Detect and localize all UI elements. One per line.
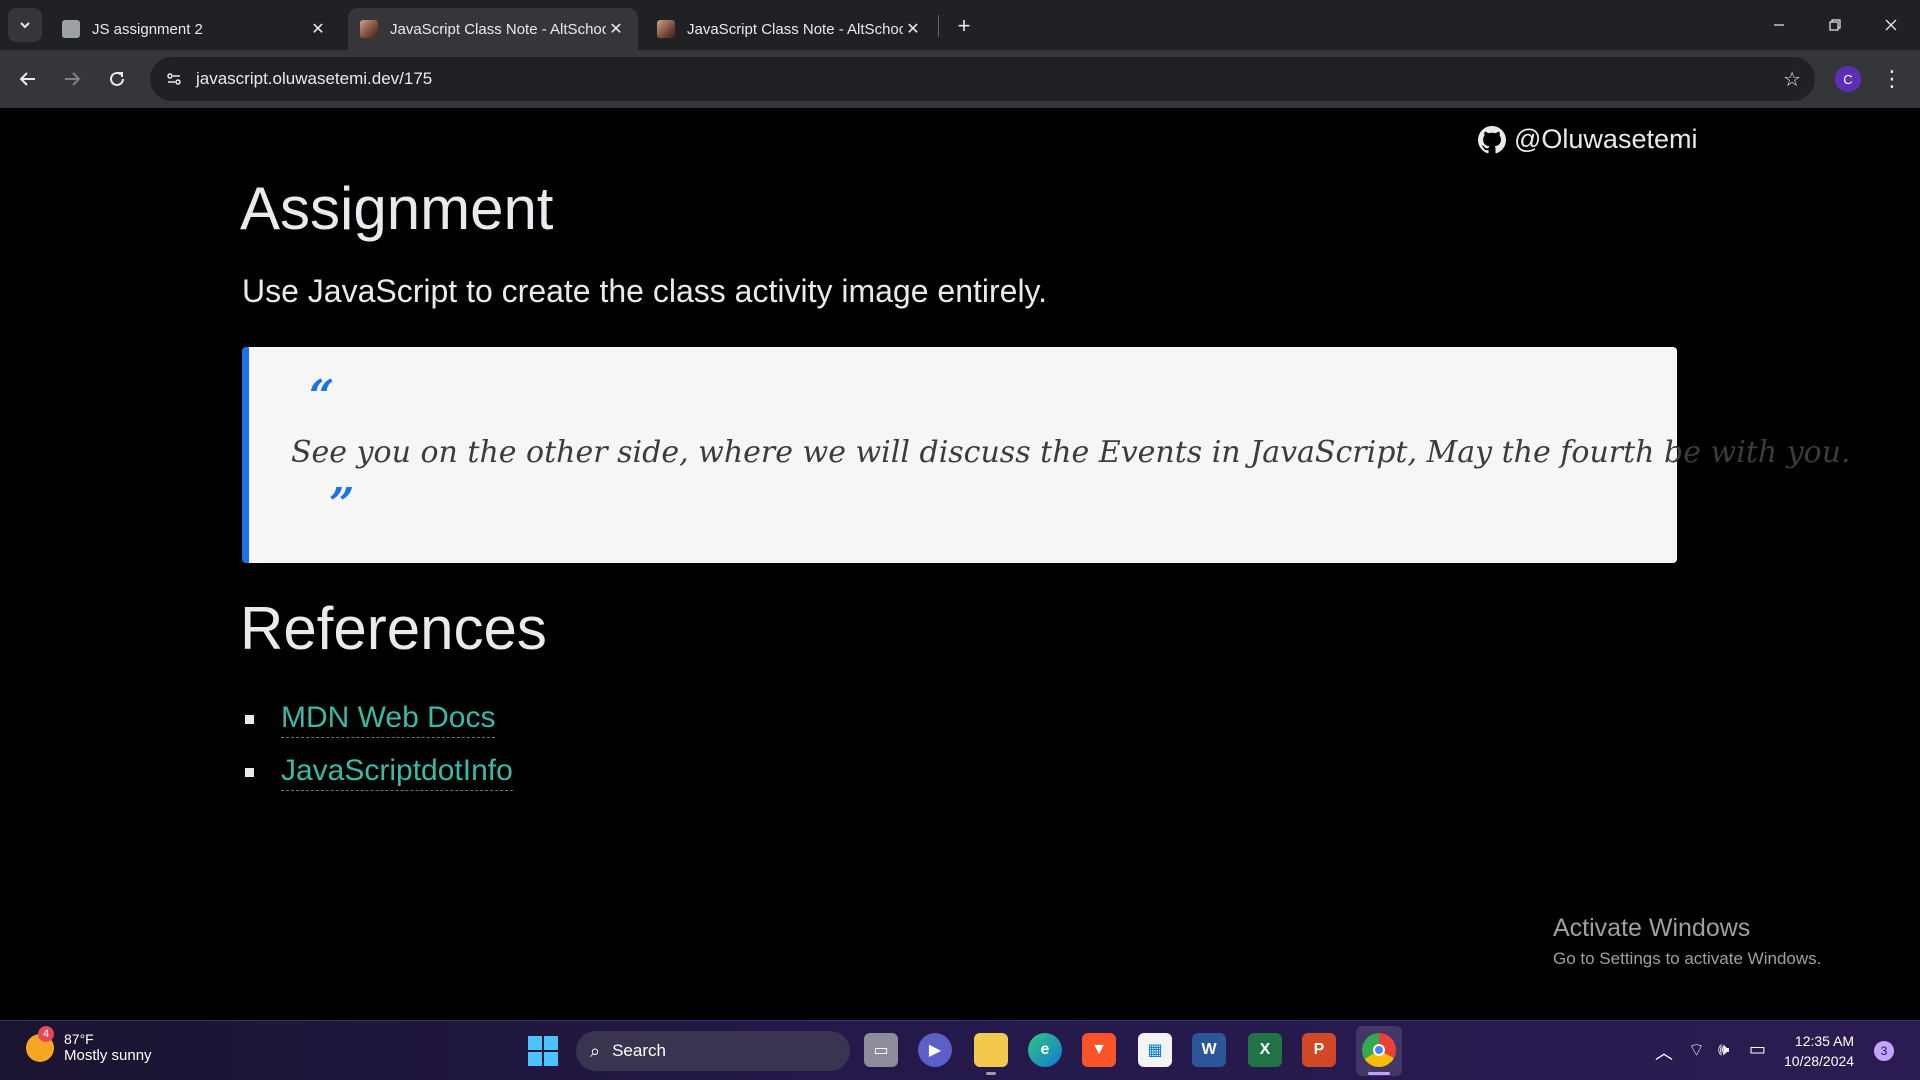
url-text[interactable]: javascript.oluwasetemi.dev/175	[196, 69, 432, 89]
weather-temp: 87°F	[64, 1031, 94, 1047]
taskbar-search[interactable]: ⌕ Search	[576, 1031, 850, 1071]
search-label: Search	[612, 1041, 666, 1060]
windows-taskbar: 4 87°F Mostly sunny ⌕ Search ▭ ▶ e ▼ ▦ W…	[0, 1020, 1920, 1080]
file-explorer-icon[interactable]	[974, 1033, 1008, 1067]
tab-title: JS assignment 2	[92, 20, 203, 38]
word-icon[interactable]: W	[1192, 1033, 1226, 1067]
github-handle: @Oluwasetemi	[1514, 124, 1698, 154]
task-view-icon[interactable]: ▭	[864, 1033, 898, 1067]
blockquote: “ See you on the other side, where we wi…	[242, 347, 1851, 563]
reload-button[interactable]	[101, 63, 133, 95]
teams-meet-icon[interactable]: ▶	[918, 1033, 952, 1067]
assignment-heading: Assignment	[240, 175, 554, 242]
site-favicon-icon	[360, 20, 378, 38]
weather-widget[interactable]: 4 87°F Mostly sunny	[26, 1025, 152, 1064]
back-button[interactable]	[12, 63, 44, 95]
microsoft-store-icon[interactable]: ▦	[1138, 1033, 1172, 1067]
watermark-title: Activate Windows	[1553, 914, 1751, 942]
minimize-button[interactable]	[1754, 8, 1804, 42]
github-link[interactable]: @Oluwasetemi	[1478, 124, 1697, 155]
address-bar[interactable]: javascript.oluwasetemi.dev/175 ☆	[150, 57, 1815, 101]
battery-icon[interactable]: ▭	[1749, 1039, 1766, 1060]
browser-toolbar: javascript.oluwasetemi.dev/175 ☆	[0, 50, 1920, 108]
excel-icon[interactable]: X	[1248, 1033, 1282, 1067]
tab-js-assignment[interactable]: JS assignment 2 ✕	[50, 8, 340, 50]
new-tab-button[interactable]: +	[950, 12, 978, 40]
browser-tabstrip: JS assignment 2 ✕ JavaScript Class Note …	[0, 0, 1920, 50]
github-icon	[1478, 125, 1506, 153]
bookmark-star-icon[interactable]: ☆	[1783, 67, 1801, 92]
list-item: JavaScriptdotInfo	[245, 746, 513, 799]
chevron-up-icon[interactable]: ︿	[1655, 1039, 1673, 1065]
restore-button[interactable]	[1810, 8, 1860, 42]
assignment-text: Use JavaScript to create the class activ…	[242, 273, 1048, 309]
wifi-icon[interactable]: ⌔	[1688, 1039, 1705, 1062]
chrome-icon[interactable]	[1362, 1033, 1396, 1067]
close-window-button[interactable]	[1866, 8, 1916, 42]
close-tab-icon[interactable]: ✕	[308, 19, 328, 39]
bullet	[245, 768, 254, 777]
list-item: MDN Web Docs	[245, 693, 513, 746]
volume-icon[interactable]: 🕪	[1718, 1039, 1729, 1060]
brave-icon[interactable]: ▼	[1082, 1033, 1116, 1067]
chevron-down-icon	[20, 22, 30, 29]
clock-date: 10/28/2024	[1784, 1053, 1855, 1069]
tab-title: JavaScript Class Note - AltSchool	[390, 20, 606, 38]
activate-windows-watermark: Activate Windows Go to Settings to activ…	[1553, 914, 1821, 969]
close-tab-icon[interactable]: ✕	[903, 19, 923, 39]
close-tab-icon[interactable]: ✕	[606, 19, 626, 39]
tab-class-note[interactable]: JavaScript Class Note - AltSchool ✕	[645, 8, 935, 50]
bullet	[245, 715, 254, 724]
tab-class-note-active[interactable]: JavaScript Class Note - AltSchool ✕	[348, 8, 638, 50]
notification-badge[interactable]: 3	[1874, 1041, 1894, 1061]
app-active-indicator	[1368, 1072, 1390, 1075]
weather-desc: Mostly sunny	[64, 1047, 152, 1064]
tab-title: JavaScript Class Note - AltSchool	[687, 20, 903, 38]
powerpoint-icon[interactable]: P	[1302, 1033, 1336, 1067]
globe-icon	[62, 20, 80, 38]
quote-text: See you on the other side, where we will…	[291, 435, 1851, 470]
menu-kebab-icon[interactable]: ⋮	[1881, 64, 1903, 94]
watermark-subtitle: Go to Settings to activate Windows.	[1553, 949, 1822, 968]
profile-avatar[interactable]: C	[1835, 66, 1861, 92]
open-quote-mark: “	[309, 371, 335, 422]
back-arrow-icon	[19, 72, 35, 86]
weather-badge: 4	[38, 1025, 54, 1042]
forward-arrow-icon	[65, 72, 81, 86]
clock-time: 12:35 AM	[1794, 1033, 1855, 1049]
references-heading: References	[240, 595, 547, 662]
tab-divider	[938, 15, 939, 37]
references-list: MDN Web Docs JavaScriptdotInfo	[245, 693, 513, 799]
tab-search-button[interactable]	[8, 8, 42, 42]
reload-icon	[110, 71, 124, 86]
site-info-icon[interactable]	[160, 65, 188, 93]
site-favicon-icon	[657, 20, 675, 38]
forward-button[interactable]	[56, 63, 88, 95]
restore-icon	[1829, 19, 1841, 31]
app-open-indicator	[986, 1072, 996, 1075]
minimize-icon	[1774, 24, 1784, 26]
search-icon: ⌕	[590, 1040, 601, 1061]
edge-icon[interactable]: e	[1028, 1033, 1062, 1067]
page-content: @Oluwasetemi Assignment Use JavaScript t…	[0, 108, 1920, 1020]
system-clock[interactable]: 12:35 AM 10/28/2024	[1784, 1031, 1854, 1071]
close-icon	[1885, 19, 1897, 31]
sun-icon: 4	[26, 1025, 54, 1062]
windows-start-icon[interactable]	[528, 1036, 558, 1066]
close-quote-mark: ”	[329, 479, 355, 530]
javascriptinfo-link[interactable]: JavaScriptdotInfo	[281, 754, 513, 791]
mdn-link[interactable]: MDN Web Docs	[281, 701, 496, 738]
